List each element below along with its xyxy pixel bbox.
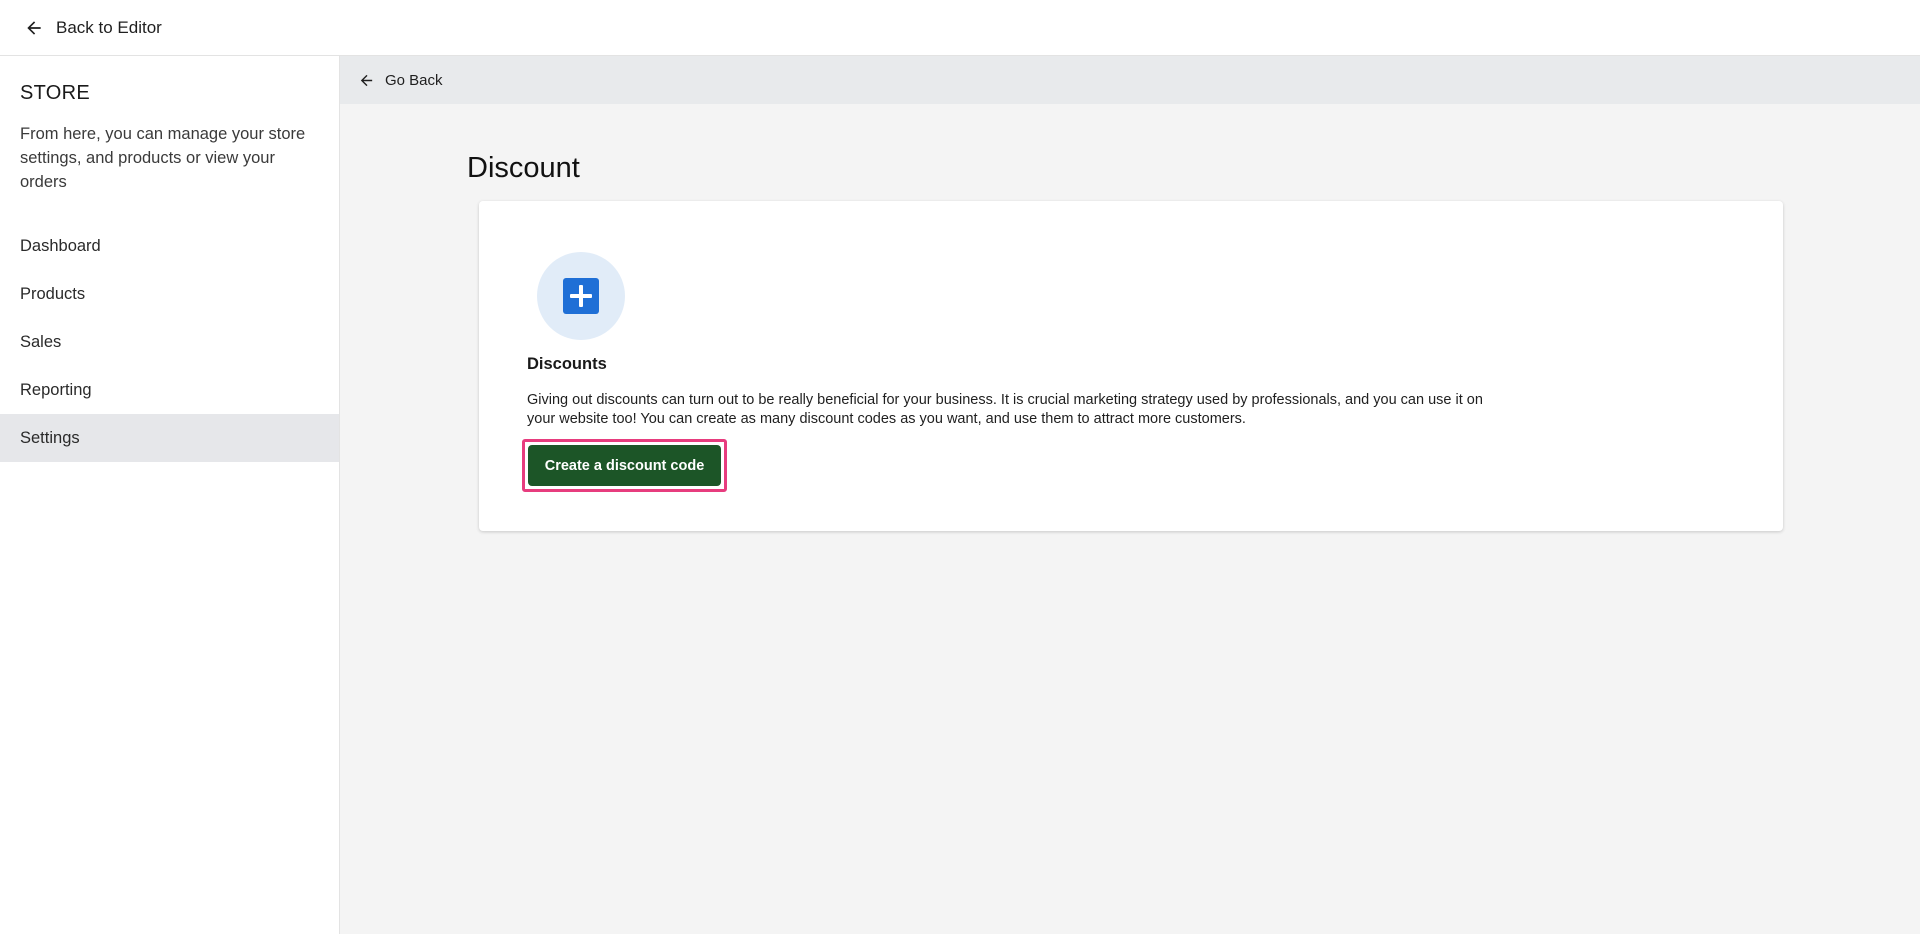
back-to-editor-link[interactable]: Back to Editor <box>24 18 162 38</box>
discount-card: Discounts Giving out discounts can turn … <box>479 201 1783 531</box>
sidebar-description: From here, you can manage your store set… <box>20 125 306 191</box>
create-discount-code-button[interactable]: Create a discount code <box>528 445 721 486</box>
go-back-label: Go Back <box>385 71 443 89</box>
go-back-bar: Go Back <box>340 56 1920 104</box>
sidebar: STORE From here, you can manage your sto… <box>0 56 340 934</box>
back-to-editor-label: Back to Editor <box>56 17 162 37</box>
sidebar-item-dashboard[interactable]: Dashboard <box>0 222 339 270</box>
page-title: Discount <box>467 152 580 184</box>
plus-icon <box>563 278 599 314</box>
icon-circle <box>537 252 625 340</box>
card-heading: Discounts <box>527 355 607 373</box>
card-description: Giving out discounts can turn out to be … <box>527 392 1483 427</box>
sidebar-nav: Dashboard Products Sales Reporting Setti… <box>0 222 339 462</box>
sidebar-item-sales[interactable]: Sales <box>0 318 339 366</box>
sidebar-item-products[interactable]: Products <box>0 270 339 318</box>
top-bar: Back to Editor <box>0 0 1920 56</box>
sidebar-item-settings[interactable]: Settings <box>0 414 339 462</box>
button-highlight: Create a discount code <box>522 439 727 492</box>
main-content: Go Back Discount Discounts Giving out di… <box>340 56 1920 934</box>
arrow-left-icon <box>358 72 375 89</box>
arrow-left-icon <box>24 18 44 38</box>
sidebar-title: STORE <box>20 82 91 104</box>
sidebar-item-reporting[interactable]: Reporting <box>0 366 339 414</box>
go-back-link[interactable]: Go Back <box>358 72 443 89</box>
